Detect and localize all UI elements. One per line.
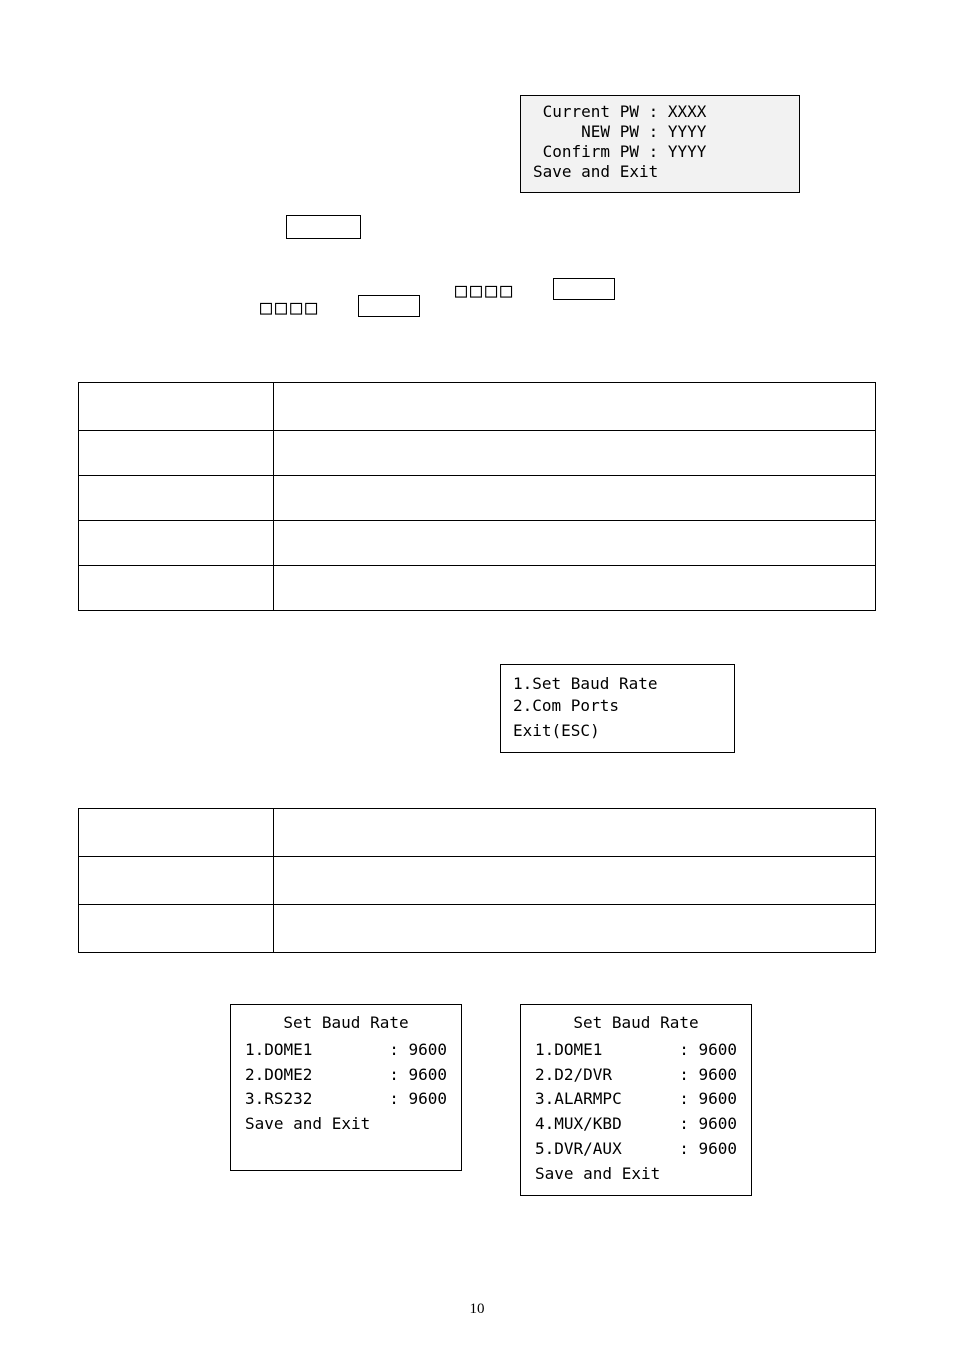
baud-left-save[interactable]: Save and Exit bbox=[245, 1112, 447, 1137]
menu-item-baud[interactable]: 1.Set Baud Rate bbox=[513, 673, 722, 695]
menu-item-exit[interactable]: Exit(ESC) bbox=[513, 720, 722, 742]
baud-row[interactable]: 1.DOME1 : 9600 bbox=[535, 1038, 737, 1063]
baud-label: 3.RS232 bbox=[245, 1087, 312, 1112]
baud-value: : 9600 bbox=[679, 1137, 737, 1162]
table-row bbox=[79, 905, 876, 953]
table-row bbox=[79, 857, 876, 905]
glyph-row-right: □□□□ bbox=[455, 278, 515, 302]
baud-label: 1.DOME1 bbox=[535, 1038, 602, 1063]
baud-row[interactable]: 5.DVR/AUX : 9600 bbox=[535, 1137, 737, 1162]
baud-label: 5.DVR/AUX bbox=[535, 1137, 622, 1162]
baud-value: : 9600 bbox=[679, 1112, 737, 1137]
table-2 bbox=[78, 808, 876, 953]
baud-label: 4.MUX/KBD bbox=[535, 1112, 622, 1137]
table-row bbox=[79, 476, 876, 521]
baud-label: 2.D2/DVR bbox=[535, 1063, 612, 1088]
baud-rate-box-left: Set Baud Rate 1.DOME1 : 9600 2.DOME2 : 9… bbox=[230, 1004, 462, 1171]
table-row bbox=[79, 383, 876, 431]
baud-value: : 9600 bbox=[389, 1038, 447, 1063]
network-menu-box: 1.Set Baud Rate 2.Com Ports Exit(ESC) bbox=[500, 664, 735, 753]
empty-box-right bbox=[553, 278, 615, 300]
baud-row[interactable]: 3.ALARMPC : 9600 bbox=[535, 1087, 737, 1112]
table-row bbox=[79, 809, 876, 857]
baud-right-title: Set Baud Rate bbox=[535, 1011, 737, 1036]
baud-row[interactable]: 1.DOME1 : 9600 bbox=[245, 1038, 447, 1063]
table-1 bbox=[78, 382, 876, 611]
baud-label: 3.ALARMPC bbox=[535, 1087, 622, 1112]
baud-row[interactable]: 2.DOME2 : 9600 bbox=[245, 1063, 447, 1088]
baud-value: : 9600 bbox=[679, 1063, 737, 1088]
page-number: 10 bbox=[0, 1301, 954, 1318]
baud-label: 2.DOME2 bbox=[245, 1063, 312, 1088]
baud-row[interactable]: 3.RS232 : 9600 bbox=[245, 1087, 447, 1112]
baud-value: : 9600 bbox=[389, 1087, 447, 1112]
baud-rate-box-right: Set Baud Rate 1.DOME1 : 9600 2.D2/DVR : … bbox=[520, 1004, 752, 1196]
table-row bbox=[79, 521, 876, 566]
empty-box-top bbox=[286, 215, 361, 239]
baud-left-title: Set Baud Rate bbox=[245, 1011, 447, 1036]
table-row bbox=[79, 566, 876, 611]
glyph-row-left: □□□□ bbox=[260, 295, 320, 319]
menu-item-comports[interactable]: 2.Com Ports bbox=[513, 695, 722, 717]
baud-right-save[interactable]: Save and Exit bbox=[535, 1162, 737, 1187]
baud-row[interactable]: 2.D2/DVR : 9600 bbox=[535, 1063, 737, 1088]
baud-value: : 9600 bbox=[389, 1063, 447, 1088]
password-box: Current PW : XXXX NEW PW : YYYY Confirm … bbox=[520, 95, 800, 193]
baud-label: 1.DOME1 bbox=[245, 1038, 312, 1063]
table-row bbox=[79, 431, 876, 476]
baud-value: : 9600 bbox=[679, 1038, 737, 1063]
baud-row[interactable]: 4.MUX/KBD : 9600 bbox=[535, 1112, 737, 1137]
baud-value: : 9600 bbox=[679, 1087, 737, 1112]
empty-box-left bbox=[358, 295, 420, 317]
